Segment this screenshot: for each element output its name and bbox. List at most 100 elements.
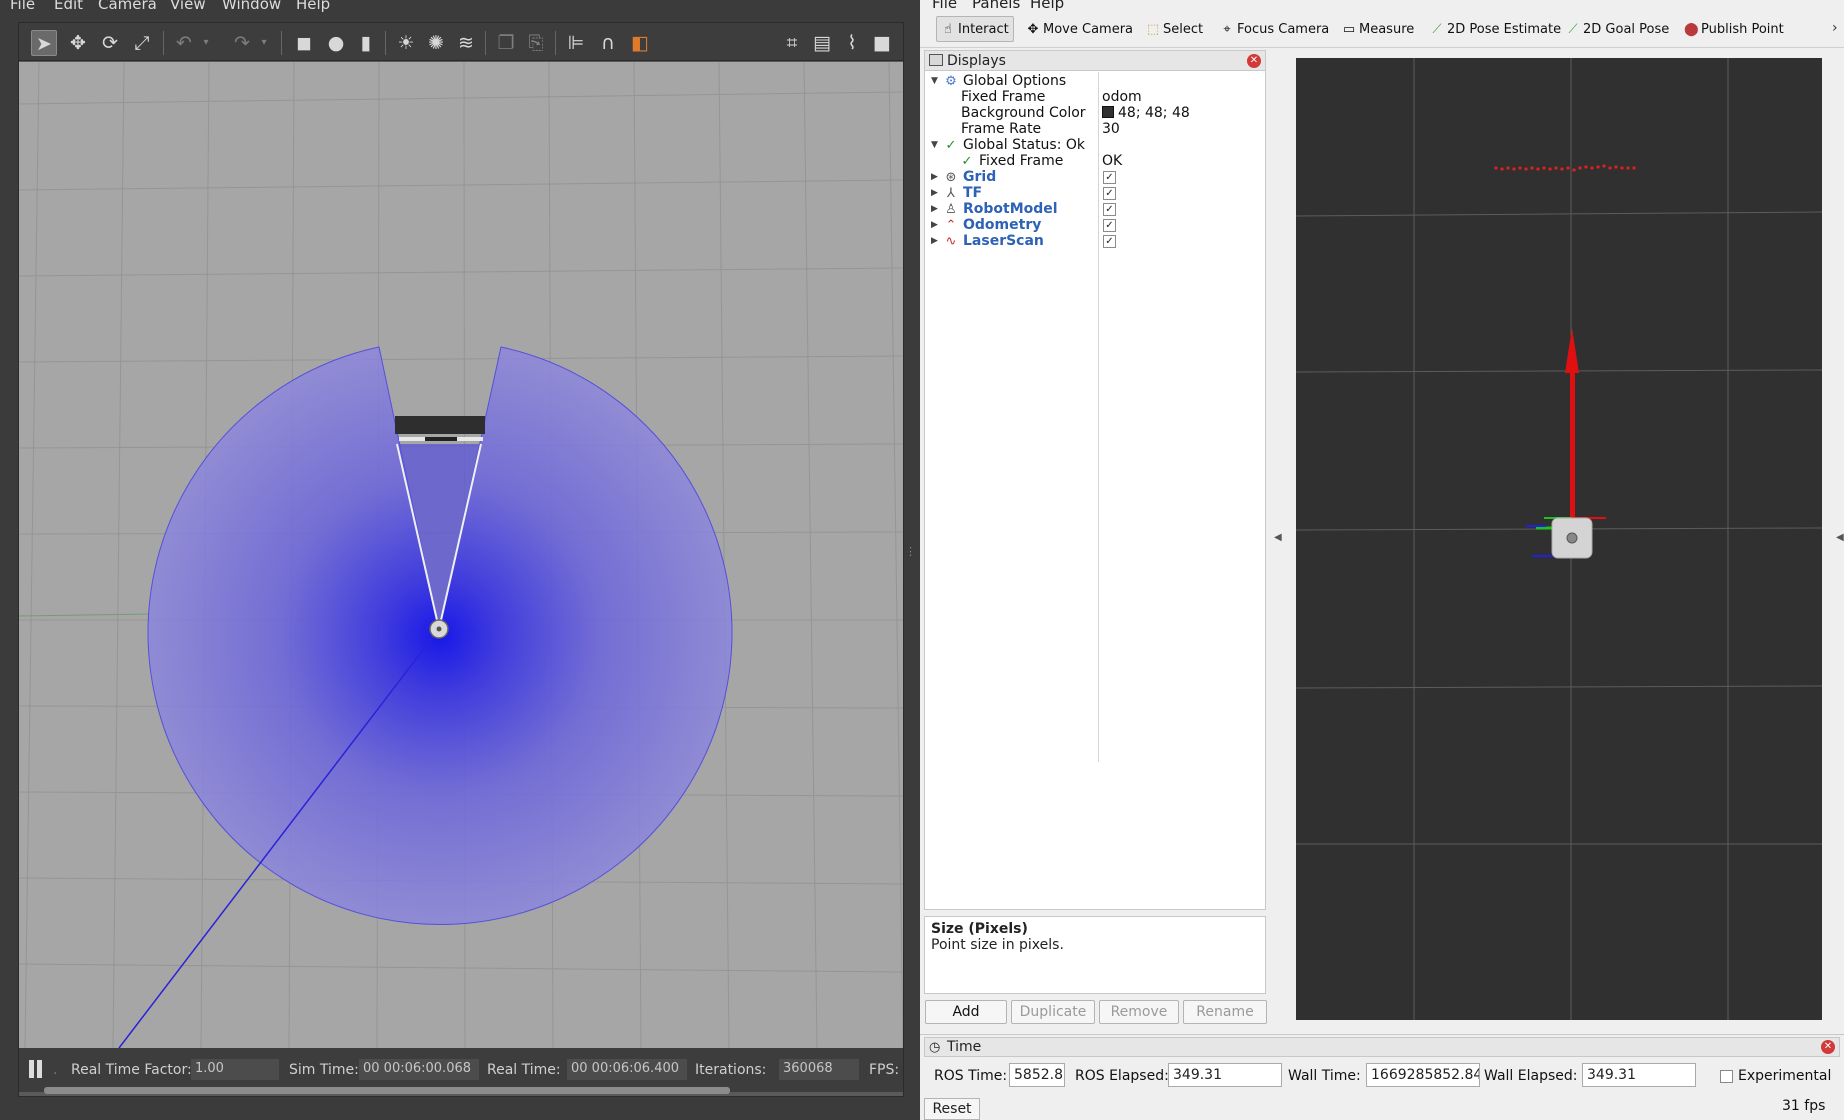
gazebo-3d-scene[interactable] bbox=[19, 62, 903, 1048]
gz-menu-help[interactable]: Help bbox=[296, 0, 330, 13]
iterations-label: Iterations: bbox=[695, 1062, 767, 1078]
collapse-left-icon[interactable]: ◀ bbox=[1274, 532, 1282, 543]
rename-button[interactable]: Rename bbox=[1183, 1000, 1267, 1024]
add-button[interactable]: Add bbox=[925, 1000, 1007, 1024]
displays-tree: ▼ ⚙ Global Options Fixed Frame odom Back… bbox=[925, 72, 1265, 762]
rviz-scene-render bbox=[1296, 58, 1822, 1020]
reset-button[interactable]: Reset bbox=[924, 1098, 980, 1120]
real-time-label: Real Time: bbox=[487, 1062, 561, 1078]
undo-icon[interactable]: ↶ bbox=[171, 30, 197, 56]
gz-menu-camera[interactable]: Camera bbox=[98, 0, 157, 13]
wall-elapsed-field[interactable]: 349.31 bbox=[1582, 1063, 1696, 1087]
property-description: Size (Pixels) Point size in pixels. bbox=[924, 916, 1266, 994]
ruler-icon: ▭ bbox=[1342, 22, 1356, 37]
rviz-3d-viewport[interactable] bbox=[1296, 58, 1822, 1020]
gazebo-toolbar: ➤ ✥ ⟳ ⤢ ↶ ▾ ↷ ▾ ◼ ● ▮ ☀ ✺ ≋ ❐ ⎘ ⊫ ∩ ◧ ⌗ … bbox=[19, 23, 903, 61]
scale-mode-icon[interactable]: ⤢ bbox=[129, 30, 155, 56]
experimental-checkbox[interactable] bbox=[1720, 1070, 1733, 1083]
change-view-icon[interactable]: ◧ bbox=[627, 30, 653, 56]
select-mode-icon[interactable]: ➤ bbox=[31, 30, 57, 56]
rv-menu-file[interactable]: File bbox=[932, 0, 957, 12]
close-icon[interactable]: ✕ bbox=[1247, 54, 1261, 68]
ros-elapsed-label: ROS Elapsed: bbox=[1075, 1068, 1169, 1084]
gz-menu-edit[interactable]: Edit bbox=[54, 0, 83, 13]
duplicate-button[interactable]: Duplicate bbox=[1011, 1000, 1095, 1024]
time-panel-title: ◷ Time ✕ bbox=[924, 1037, 1840, 1057]
expand-right-icon[interactable]: ▶ bbox=[931, 232, 941, 251]
tree-row-laserscan[interactable]: ▶ ∿ LaserScan ✓ bbox=[925, 232, 1265, 251]
remove-button[interactable]: Remove bbox=[1099, 1000, 1179, 1024]
real-time-value: 00 00:06:06.400 bbox=[567, 1059, 687, 1080]
select-tool[interactable]: ⬚ Select bbox=[1142, 17, 1207, 43]
move-camera-icon: ✥ bbox=[1027, 22, 1039, 37]
robotmodel-checkbox[interactable]: ✓ bbox=[1103, 203, 1116, 216]
fps-label: FPS: bbox=[869, 1062, 900, 1078]
rv-menu-panels[interactable]: Panels bbox=[972, 0, 1020, 12]
toolbar-overflow-icon[interactable]: › bbox=[1832, 20, 1838, 36]
pause-icon[interactable] bbox=[29, 1060, 34, 1078]
gazebo-window: File Edit Camera View Window Help ➤ ✥ ⟳ … bbox=[0, 0, 920, 1120]
video-record-icon[interactable]: ■ bbox=[869, 30, 895, 56]
collapse-right-icon[interactable]: ◀ bbox=[1836, 532, 1844, 543]
rtf-value: 1.00 bbox=[191, 1059, 279, 1080]
cylinder-shape-icon[interactable]: ▮ bbox=[353, 30, 379, 56]
plot-icon[interactable]: ⌇ bbox=[839, 30, 865, 56]
ros-elapsed-field[interactable]: 349.31 bbox=[1168, 1063, 1282, 1087]
tf-checkbox[interactable]: ✓ bbox=[1103, 187, 1116, 200]
displays-title: Displays ✕ bbox=[925, 51, 1265, 71]
gz-menu-view[interactable]: View bbox=[170, 0, 206, 13]
pose-estimate-tool[interactable]: ⟋ 2D Pose Estimate bbox=[1426, 17, 1565, 43]
green-arrow-icon: ⟋ bbox=[1432, 22, 1442, 37]
snap-icon[interactable]: ∩ bbox=[595, 30, 621, 56]
translate-mode-icon[interactable]: ✥ bbox=[65, 30, 91, 56]
laserscan-checkbox[interactable]: ✓ bbox=[1103, 235, 1116, 248]
gz-menu-file[interactable]: File bbox=[10, 0, 35, 13]
description-title: Size (Pixels) bbox=[931, 921, 1028, 937]
measure-tool[interactable]: ▭ Measure bbox=[1338, 17, 1418, 43]
pin-icon: ⬤ bbox=[1684, 22, 1699, 37]
copy-icon[interactable]: ❐ bbox=[493, 30, 519, 56]
sphere-shape-icon[interactable]: ● bbox=[323, 30, 349, 56]
splitter-handle[interactable]: ⋮ bbox=[905, 545, 916, 575]
focus-camera-tool[interactable]: ⌖ Focus Camera bbox=[1216, 17, 1333, 43]
wall-elapsed-label: Wall Elapsed: bbox=[1484, 1068, 1578, 1084]
point-light-icon[interactable]: ☀ bbox=[393, 30, 419, 56]
laserscan-icon: ∿ bbox=[945, 234, 957, 249]
wall-time-field[interactable]: 1669285852.84 bbox=[1366, 1063, 1480, 1087]
close-icon[interactable]: ✕ bbox=[1821, 1040, 1835, 1054]
grid-checkbox[interactable]: ✓ bbox=[1103, 171, 1116, 184]
gazebo-horizontal-scrollbar[interactable] bbox=[44, 1087, 730, 1094]
gz-menu-window[interactable]: Window bbox=[222, 0, 281, 13]
screenshot-icon[interactable]: ⌗ bbox=[779, 30, 805, 56]
rotate-mode-icon[interactable]: ⟳ bbox=[97, 30, 123, 56]
rv-menu-help[interactable]: Help bbox=[1030, 0, 1064, 12]
redo-icon[interactable]: ↷ bbox=[229, 30, 255, 56]
odometry-checkbox[interactable]: ✓ bbox=[1103, 219, 1116, 232]
ros-time-field[interactable]: 5852.81 bbox=[1009, 1063, 1065, 1087]
sim-time-label: Sim Time: bbox=[289, 1062, 359, 1078]
obstacle-wall bbox=[395, 416, 485, 434]
publish-point-tool[interactable]: ⬤ Publish Point bbox=[1680, 17, 1788, 43]
iterations-value: 360068 bbox=[779, 1059, 859, 1080]
goal-pose-tool[interactable]: ⟋ 2D Goal Pose bbox=[1562, 17, 1673, 43]
experimental-label: Experimental bbox=[1738, 1068, 1832, 1084]
wall-time-label: Wall Time: bbox=[1288, 1068, 1361, 1084]
sim-time-value: 00 00:06:00.068 bbox=[359, 1059, 479, 1080]
redo-dropdown-icon[interactable]: ▾ bbox=[257, 30, 271, 56]
gazebo-status-bar: . Real Time Factor: 1.00 Sim Time: 00 00… bbox=[19, 1048, 903, 1092]
cursor-icon: ☝ bbox=[944, 22, 952, 37]
select-icon: ⬚ bbox=[1146, 22, 1160, 37]
directional-light-icon[interactable]: ≋ bbox=[453, 30, 479, 56]
color-swatch bbox=[1102, 106, 1114, 118]
spot-light-icon[interactable]: ✺ bbox=[423, 30, 449, 56]
paste-icon[interactable]: ⎘ bbox=[523, 30, 549, 56]
tree-column-divider bbox=[1098, 72, 1099, 762]
log-icon[interactable]: ▤ bbox=[809, 30, 835, 56]
move-camera-tool[interactable]: ✥ Move Camera bbox=[1022, 17, 1137, 43]
interact-tool[interactable]: ☝ Interact bbox=[936, 16, 1014, 42]
gazebo-scene-render bbox=[19, 62, 903, 1048]
box-shape-icon[interactable]: ◼ bbox=[291, 30, 317, 56]
rviz-window: File Panels Help ☝ Interact ✥ Move Camera … bbox=[920, 0, 1844, 1120]
undo-dropdown-icon[interactable]: ▾ bbox=[199, 30, 213, 56]
align-icon[interactable]: ⊫ bbox=[563, 30, 589, 56]
